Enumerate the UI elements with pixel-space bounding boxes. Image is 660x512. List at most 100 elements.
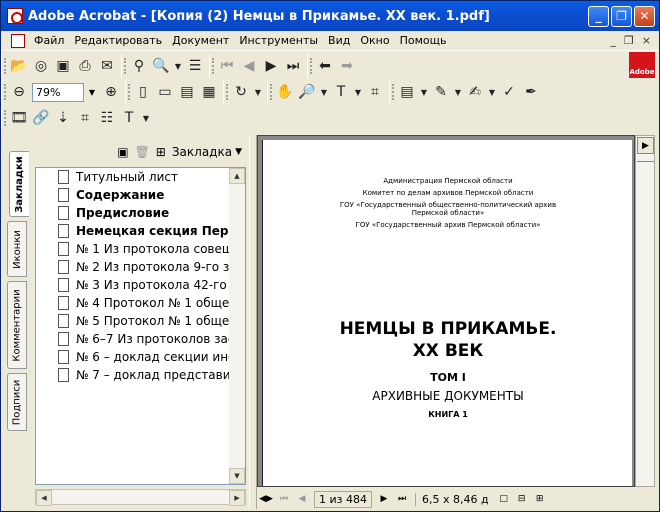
bookmark-item[interactable]: Предисловие <box>36 204 245 222</box>
expand-bookmark-icon[interactable]: ⊞ <box>156 145 166 159</box>
bookmark-item[interactable]: № 4 Протокол № 1 общег <box>36 294 245 312</box>
bookmark-item[interactable]: № 7 – доклад представит <box>36 366 245 384</box>
acrobat-app-icon[interactable] <box>7 8 23 24</box>
movie-tool-icon[interactable]: 🎞 <box>8 107 30 129</box>
rotate-dropdown-icon[interactable]: ▼ <box>252 81 264 103</box>
zoom-tool-dropdown-icon[interactable]: ▼ <box>318 81 330 103</box>
scroll-down-icon[interactable]: ▼ <box>229 468 245 484</box>
text-select-dropdown-icon[interactable]: ▼ <box>352 81 364 103</box>
bookmark-item[interactable]: № 6–7 Из протоколов зас <box>36 330 245 348</box>
maximize-button[interactable]: ❐ <box>611 5 632 27</box>
actual-size-icon[interactable]: ▯ <box>132 81 154 103</box>
split-handle[interactable] <box>637 156 654 162</box>
text-select-tool-icon[interactable]: T <box>330 81 352 103</box>
tab-signatures[interactable]: Подписи <box>7 373 27 431</box>
form-tool-icon[interactable]: ☷ <box>96 107 118 129</box>
touchup-dropdown-icon[interactable]: ▼ <box>140 107 152 129</box>
status-next-page-icon[interactable]: ▶ <box>375 490 393 508</box>
bookmark-item[interactable]: № 2 Из протокола 9-го зас <box>36 258 245 276</box>
page-up-icon[interactable]: ▶ <box>637 137 654 154</box>
pencil-dropdown-icon[interactable]: ▼ <box>452 81 464 103</box>
reflow-icon[interactable]: ▦ <box>198 81 220 103</box>
go-back-icon[interactable]: ⬅ <box>314 55 336 77</box>
scroll-left-icon[interactable]: ◀ <box>36 490 52 506</box>
bookmark-item[interactable]: № 1 Из протокола совеща <box>36 240 245 258</box>
snapshot-tool-icon[interactable]: ⌗ <box>364 81 386 103</box>
highlight-dropdown-icon[interactable]: ▼ <box>486 81 498 103</box>
email-icon[interactable]: ✉ <box>96 55 118 77</box>
first-page-icon[interactable]: ⏮ <box>216 55 238 77</box>
crop-tool-icon[interactable]: ⌗ <box>74 107 96 129</box>
bookmark-item[interactable]: № 3 Из протокола 42-го за <box>36 276 245 294</box>
title-bar[interactable]: Adobe Acrobat - [Копия (2) Немцы в Прика… <box>1 1 659 31</box>
fit-width-icon[interactable]: ▤ <box>176 81 198 103</box>
save-icon[interactable]: ▣ <box>52 55 74 77</box>
menu-window[interactable]: Окно <box>355 34 394 47</box>
note-dropdown-icon[interactable]: ▼ <box>418 81 430 103</box>
last-page-icon[interactable]: ⏭ <box>282 55 304 77</box>
menu-file[interactable]: Файл <box>29 34 69 47</box>
note-tool-icon[interactable]: ▤ <box>396 81 418 103</box>
menu-edit[interactable]: Редактировать <box>69 34 167 47</box>
bookmark-item[interactable]: Содержание <box>36 186 245 204</box>
zoom-out-icon[interactable]: ⊖ <box>8 81 30 103</box>
new-bookmark-icon[interactable]: ▣ <box>117 145 128 159</box>
go-forward-icon[interactable]: ➡ <box>336 55 358 77</box>
toggle-navigation-icon[interactable]: ◀▶ <box>257 490 275 508</box>
rotate-view-icon[interactable]: ↻ <box>230 81 252 103</box>
bookmark-item[interactable]: № 6 – доклад секции инос <box>36 348 245 366</box>
status-last-page-icon[interactable]: ⏭ <box>393 490 411 508</box>
web-capture-icon[interactable]: ◎ <box>30 55 52 77</box>
tab-bookmarks[interactable]: Закладки <box>9 151 29 217</box>
document-vertical-scrollbar[interactable]: ▶ <box>635 135 655 487</box>
tab-comments[interactable]: Комментарии <box>7 281 27 369</box>
mdi-close-button[interactable]: × <box>642 34 651 47</box>
sign-icon[interactable]: ✒ <box>520 81 542 103</box>
scroll-up-icon[interactable]: ▲ <box>229 168 245 184</box>
single-page-icon[interactable]: □ <box>495 490 513 508</box>
scroll-right-icon[interactable]: ▶ <box>229 490 245 506</box>
bookmarks-vertical-scrollbar[interactable]: ▲ ▼ <box>229 168 245 484</box>
print-icon[interactable]: ⎙ <box>74 55 96 77</box>
adobe-logo[interactable]: Adobe <box>629 52 655 78</box>
link-tool-icon[interactable]: 🔗 <box>30 107 52 129</box>
spell-check-icon[interactable]: ✓ <box>498 81 520 103</box>
zoom-dropdown-icon[interactable]: ▼ <box>84 83 100 102</box>
menu-tools[interactable]: Инструменты <box>234 34 323 47</box>
search-dropdown-icon[interactable]: ▼ <box>172 55 184 77</box>
zoom-in-icon[interactable]: ⊕ <box>100 81 122 103</box>
menu-document[interactable]: Документ <box>167 34 234 47</box>
highlight-tool-icon[interactable]: ✍ <box>464 81 486 103</box>
continuous-facing-icon[interactable]: ⊞ <box>531 490 549 508</box>
menu-help[interactable]: Помощь <box>395 34 452 47</box>
fit-page-icon[interactable]: ▭ <box>154 81 176 103</box>
tab-thumbnails[interactable]: Иконки <box>7 221 27 277</box>
close-button[interactable]: ✕ <box>634 5 655 27</box>
status-first-page-icon[interactable]: ⏮ <box>275 490 293 508</box>
document-icon[interactable] <box>11 33 25 48</box>
menu-view[interactable]: Вид <box>323 34 355 47</box>
search-icon[interactable]: 🔍 <box>150 55 172 77</box>
zoom-input[interactable]: 79% <box>32 82 84 102</box>
continuous-icon[interactable]: ⊟ <box>513 490 531 508</box>
pencil-tool-icon[interactable]: ✎ <box>430 81 452 103</box>
open-icon[interactable]: 📂 <box>8 55 30 77</box>
previous-page-icon[interactable]: ◀ <box>238 55 260 77</box>
status-previous-page-icon[interactable]: ◀ <box>293 490 311 508</box>
page-number-field[interactable]: 1 из 484 <box>314 490 372 508</box>
minimize-button[interactable]: _ <box>588 5 609 27</box>
panel-splitter[interactable] <box>249 135 257 509</box>
article-tool-icon[interactable]: ⇣ <box>52 107 74 129</box>
zoom-tool-icon[interactable]: 🔎 <box>296 81 318 103</box>
hand-tool-icon[interactable]: ✋ <box>274 81 296 103</box>
bookmarks-horizontal-scrollbar[interactable]: ◀ ▶ <box>35 489 246 506</box>
bookmark-item[interactable]: Немецкая секция Перм <box>36 222 245 240</box>
touchup-text-icon[interactable]: T <box>118 107 140 129</box>
bookmarks-options-menu[interactable]: Закладка ▼ <box>172 145 242 159</box>
mdi-restore-button[interactable]: ❐ <box>624 34 634 47</box>
mdi-minimize-button[interactable]: _ <box>610 34 616 47</box>
show-hide-panel-icon[interactable]: ☰ <box>184 55 206 77</box>
document-view[interactable]: Администрация Пермской области Комитет п… <box>257 135 635 487</box>
delete-bookmark-icon[interactable]: 🗑 <box>135 145 150 159</box>
next-page-icon[interactable]: ▶ <box>260 55 282 77</box>
